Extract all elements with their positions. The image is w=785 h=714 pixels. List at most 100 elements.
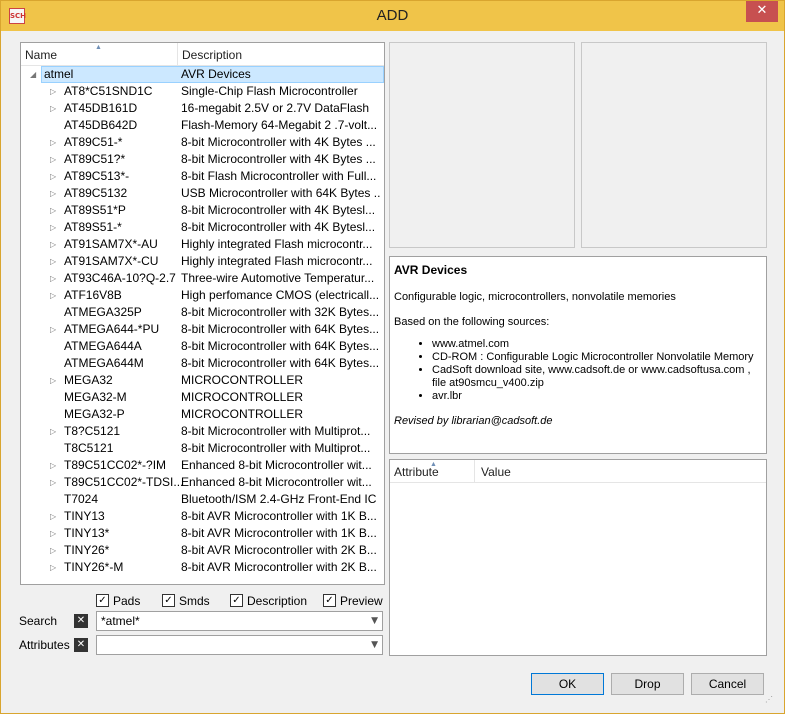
clear-attributes-icon[interactable]: ✕: [74, 638, 88, 652]
clear-search-icon[interactable]: ✕: [74, 614, 88, 628]
drop-button[interactable]: Drop: [611, 673, 684, 695]
expand-arrow-icon[interactable]: ▷: [50, 236, 56, 253]
tree-row[interactable]: ▷ AT89S51-* 8-bit Microcontroller with 4K …: [21, 219, 384, 236]
column-header-name[interactable]: Name ▲: [21, 43, 178, 65]
expand-arrow-icon[interactable]: ▷: [50, 559, 56, 576]
tree-row-name: TINY13: [64, 509, 105, 523]
tree-row-name: T89C51CC02*-?IM: [64, 458, 167, 472]
tree-row[interactable]: MEGA32-P MICROCONTROLLER: [21, 406, 384, 423]
expand-arrow-icon[interactable]: ▷: [50, 474, 56, 491]
tree-row-description: Enhanced 8-bit Microcontroller wit...: [181, 458, 372, 472]
column-header-attribute[interactable]: Attribute ▲: [390, 460, 475, 482]
expand-arrow-icon[interactable]: ▷: [50, 168, 56, 185]
tree-row-name: AT89S51*P: [64, 203, 126, 217]
expand-arrow-icon[interactable]: ▷: [50, 287, 56, 304]
expand-arrow-icon[interactable]: ▷: [50, 253, 56, 270]
close-button[interactable]: ✕: [746, 1, 778, 22]
tree-row[interactable]: ▷ AT89C51-* 8-bit Microcontroller with 4K …: [21, 134, 384, 151]
tree-row[interactable]: ▷ AT8*C51SND1C Single-Chip Flash Microcont…: [21, 83, 384, 100]
resize-grip-icon[interactable]: ⋰: [765, 695, 775, 705]
tree-row-description: 8-bit AVR Microcontroller with 2K B...: [181, 543, 377, 557]
expand-arrow-icon[interactable]: ▷: [50, 321, 56, 338]
smds-checkbox-label: Smds: [179, 594, 210, 608]
tree-row[interactable]: ▷ MEGA32 MICROCONTROLLER: [21, 372, 384, 389]
expand-arrow-icon[interactable]: ▷: [50, 134, 56, 151]
checkbox-checked-icon: ✓: [323, 594, 336, 607]
tree-row[interactable]: ▷ TINY13* 8-bit AVR Microcontroller with 1…: [21, 525, 384, 542]
attributes-input[interactable]: ▼: [96, 635, 383, 655]
tree-row[interactable]: ▷ ATMEGA644-*PU 8-bit Microcontroller with…: [21, 321, 384, 338]
expand-arrow-icon[interactable]: ▷: [50, 151, 56, 168]
tree-row-name: AT89C51-*: [64, 135, 123, 149]
tree-row-description: MICROCONTROLLER: [181, 390, 304, 404]
tree-row-description: 8-bit Microcontroller with 4K Bytes ...: [181, 135, 376, 149]
tree-row[interactable]: ATMEGA644M 8-bit Microcontroller with 64K…: [21, 355, 384, 372]
expand-arrow-icon[interactable]: ▷: [50, 185, 56, 202]
tree-row[interactable]: ▷ AT89C5132 USB Microcontroller with 64K B…: [21, 185, 384, 202]
tree-row[interactable]: ▷ AT93C46A-10?Q-2.7 Three-wire Automotive …: [21, 270, 384, 287]
tree-row[interactable]: ▷ AT91SAM7X*-CU Highly integrated Flash mi…: [21, 253, 384, 270]
tree-row[interactable]: ATMEGA644A 8-bit Microcontroller with 64K…: [21, 338, 384, 355]
expand-arrow-icon[interactable]: ▷: [50, 525, 56, 542]
checkbox-checked-icon: ✓: [230, 594, 243, 607]
attribute-table[interactable]: Attribute ▲ Value: [389, 459, 767, 656]
tree-row[interactable]: MEGA32-M MICROCONTROLLER: [21, 389, 384, 406]
expand-arrow-icon[interactable]: ▷: [50, 202, 56, 219]
tree-row[interactable]: ◢ atmel AVR Devices: [30, 66, 384, 83]
tree-row[interactable]: ▷ TINY26* 8-bit AVR Microcontroller with 2…: [21, 542, 384, 559]
tree-row[interactable]: ▷ TINY26*-M 8-bit AVR Microcontroller with…: [21, 559, 384, 576]
tree-row-name: AT89S51-*: [64, 220, 122, 234]
tree-row[interactable]: T8C5121 8-bit Microcontroller with Multip…: [21, 440, 384, 457]
pads-checkbox-label: Pads: [113, 594, 141, 608]
collapse-arrow-icon[interactable]: ◢: [30, 66, 36, 83]
search-input[interactable]: *atmel* ▼: [96, 611, 383, 631]
title-bar: SCH ADD ✕: [1, 1, 784, 31]
description-panel: AVR Devices Configurable logic, microcon…: [389, 256, 767, 454]
tree-row[interactable]: ▷ AT45DB161D 16-megabit 2.5V or 2.7V DataF…: [21, 100, 384, 117]
tree-row[interactable]: ▷ T89C51CC02*-?IM Enhanced 8-bit Microcont…: [21, 457, 384, 474]
expand-arrow-icon[interactable]: ▷: [50, 542, 56, 559]
tree-row[interactable]: ▷ AT89S51*P 8-bit Microcontroller with 4K …: [21, 202, 384, 219]
tree-row[interactable]: T7024 Bluetooth/ISM 2.4-GHz Front-End IC: [21, 491, 384, 508]
cancel-button[interactable]: Cancel: [691, 673, 764, 695]
tree-row-description: 16-megabit 2.5V or 2.7V DataFlash: [181, 101, 370, 115]
tree-row[interactable]: ▷ AT89C51?* 8-bit Microcontroller with 4K …: [21, 151, 384, 168]
expand-arrow-icon[interactable]: ▷: [50, 270, 56, 287]
expand-arrow-icon[interactable]: ▷: [50, 457, 56, 474]
source-item: CadSoft download site, www.cadsoft.de or…: [432, 364, 762, 390]
tree-row[interactable]: ▷ T8?C5121 8-bit Microcontroller with Mult…: [21, 423, 384, 440]
tree-row-description: AVR Devices: [181, 67, 251, 81]
expand-arrow-icon[interactable]: ▷: [50, 219, 56, 236]
expand-arrow-icon[interactable]: ▷: [50, 100, 56, 117]
tree-row-description: 8-bit Flash Microcontroller with Full...: [181, 169, 377, 183]
tree-row[interactable]: ▷ ATF16V8B High perfomance CMOS (electrica…: [21, 287, 384, 304]
tree-row-name: AT45DB161D: [64, 101, 138, 115]
expand-arrow-icon[interactable]: ▷: [50, 508, 56, 525]
tree-row-description: 8-bit Microcontroller with 64K Bytes...: [181, 339, 380, 353]
tree-row-name: TINY13*: [64, 526, 110, 540]
tree-row[interactable]: AT45DB642D Flash-Memory 64-Megabit 2 .7-v…: [21, 117, 384, 134]
tree-row[interactable]: ▷ TINY13 8-bit AVR Microcontroller with 1K…: [21, 508, 384, 525]
tree-row-name: ATMEGA644-*PU: [64, 322, 160, 336]
attributes-label: Attributes: [19, 638, 70, 652]
tree-row-name: T8?C5121: [64, 424, 121, 438]
expand-arrow-icon[interactable]: ▷: [50, 83, 56, 100]
ok-button[interactable]: OK: [531, 673, 604, 695]
library-tree[interactable]: Name ▲ Description ◢ atmel AVR Devices ▷ AT8…: [20, 42, 385, 585]
column-header-value[interactable]: Value: [477, 460, 511, 482]
tree-row-description: 8-bit AVR Microcontroller with 1K B...: [181, 509, 377, 523]
expand-arrow-icon[interactable]: ▷: [50, 423, 56, 440]
tree-row-description: 8-bit Microcontroller with Multiprot...: [181, 441, 371, 455]
tree-row[interactable]: ▷ AT89C513*- 8-bit Flash Microcontroller w…: [21, 168, 384, 185]
tree-row[interactable]: ATMEGA325P 8-bit Microcontroller with 32K…: [21, 304, 384, 321]
tree-row-description: USB Microcontroller with 64K Bytes ...: [181, 186, 381, 200]
chevron-down-icon[interactable]: ▼: [371, 636, 378, 654]
tree-row-description: 8-bit Microcontroller with Multiprot...: [181, 424, 371, 438]
tree-row[interactable]: ▷ T89C51CC02*-TDSI... Enhanced 8-bit Micro…: [21, 474, 384, 491]
expand-arrow-icon[interactable]: ▷: [50, 372, 56, 389]
tree-row-name: MEGA32-P: [64, 407, 125, 421]
column-header-description[interactable]: Description: [178, 43, 382, 65]
tree-row[interactable]: ▷ AT91SAM7X*-AU Highly integrated Flash mi…: [21, 236, 384, 253]
chevron-down-icon[interactable]: ▼: [371, 612, 378, 630]
tree-row-name: MEGA32: [64, 373, 113, 387]
